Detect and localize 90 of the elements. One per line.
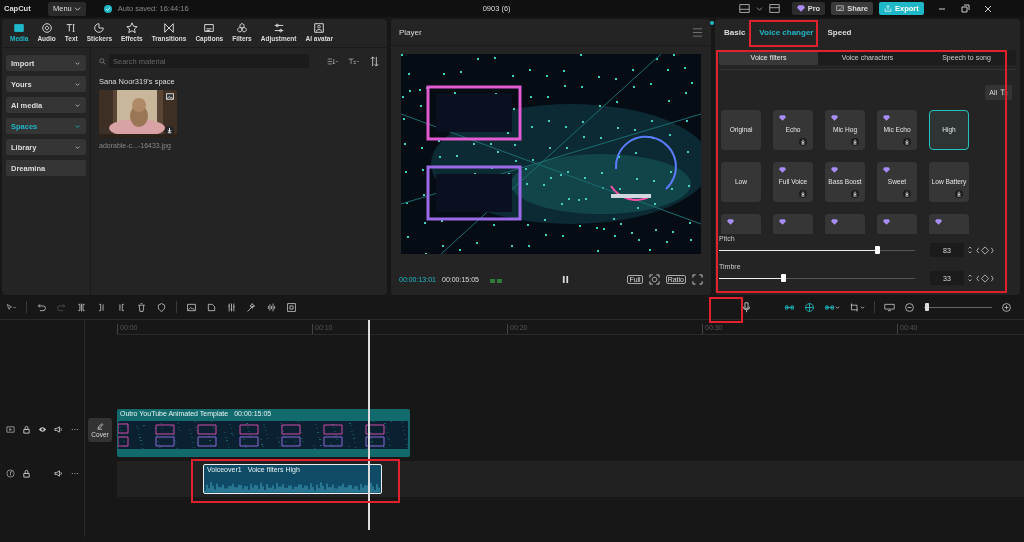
magic-wand-icon[interactable] xyxy=(246,301,257,313)
inspector-tab[interactable]: Voice changer xyxy=(754,28,819,37)
stepper-icon[interactable] xyxy=(967,273,973,283)
download-icon[interactable] xyxy=(903,190,911,198)
pencil-icon xyxy=(96,422,104,430)
download-icon[interactable] xyxy=(851,138,859,146)
zoom-in-icon[interactable] xyxy=(1001,301,1012,313)
caret-icon xyxy=(74,80,81,88)
inspector-tab[interactable]: Speed xyxy=(822,28,857,37)
download-icon[interactable] xyxy=(851,190,859,198)
trim-left-icon[interactable] xyxy=(96,301,107,313)
pause-icon[interactable] xyxy=(561,275,569,284)
caret-icon xyxy=(74,101,81,109)
shape-icon[interactable] xyxy=(206,301,217,313)
diamond-icon xyxy=(831,167,838,173)
close-icon[interactable] xyxy=(982,3,993,14)
eye-icon[interactable] xyxy=(38,425,47,434)
focus-icon[interactable] xyxy=(648,274,660,285)
diamond-icon xyxy=(779,167,786,173)
filter-icon[interactable] xyxy=(348,55,359,67)
speaker-icon[interactable] xyxy=(54,425,63,434)
shield-icon[interactable] xyxy=(156,301,167,313)
cursor-icon[interactable] xyxy=(6,301,17,313)
image-icon xyxy=(166,93,174,100)
lock-icon[interactable] xyxy=(22,425,31,434)
frame-icon[interactable] xyxy=(286,301,297,313)
microphone-icon[interactable] xyxy=(741,301,752,313)
search-icon xyxy=(99,57,106,65)
highlight-box xyxy=(749,20,818,47)
equalizer-icon[interactable] xyxy=(226,301,237,313)
diamond-icon xyxy=(831,115,838,121)
star-icon xyxy=(125,22,138,34)
portrait-icon xyxy=(313,22,326,34)
filter-icon xyxy=(1000,89,1008,96)
layout-icon[interactable] xyxy=(738,3,750,14)
diamond-icon xyxy=(727,219,734,225)
download-icon[interactable] xyxy=(903,138,911,146)
speaker-icon[interactable] xyxy=(54,469,63,478)
caret-icon[interactable] xyxy=(755,5,763,12)
sticker-icon xyxy=(93,22,106,34)
sort-icon[interactable] xyxy=(327,55,338,67)
download-icon[interactable] xyxy=(799,190,807,198)
diamond-icon xyxy=(779,219,786,225)
sliders-icon xyxy=(272,22,285,34)
crop-icon[interactable] xyxy=(849,301,865,313)
target-icon[interactable] xyxy=(804,301,815,313)
delete-icon[interactable] xyxy=(136,301,147,313)
play-icon xyxy=(13,22,26,34)
upload-icon xyxy=(884,5,893,12)
caption-icon xyxy=(203,22,216,34)
keyframe-icon[interactable] xyxy=(976,273,994,283)
undo-icon[interactable] xyxy=(36,301,47,313)
download-icon[interactable] xyxy=(165,126,174,135)
menu-icon[interactable] xyxy=(692,26,703,38)
caret-icon xyxy=(74,122,81,130)
video-track-icon xyxy=(6,425,15,434)
highlight-box xyxy=(709,297,743,323)
zoom-out-icon[interactable] xyxy=(904,301,915,313)
keyframe-icon[interactable] xyxy=(976,245,994,255)
diamond-icon xyxy=(779,115,786,121)
caret-icon xyxy=(74,143,81,151)
diamond-icon xyxy=(883,167,890,173)
check-icon xyxy=(103,4,112,13)
download-icon[interactable] xyxy=(799,138,807,146)
diamond-icon xyxy=(883,219,890,225)
fullscreen-icon[interactable] xyxy=(692,274,703,285)
inspector-tab[interactable]: Basic xyxy=(719,28,751,37)
music-note-icon xyxy=(6,469,15,478)
caret-icon xyxy=(73,5,81,12)
diamond-icon xyxy=(935,219,942,225)
slider-fill[interactable] xyxy=(924,302,930,312)
split-icon[interactable] xyxy=(76,301,87,313)
layout-icon[interactable] xyxy=(768,3,780,14)
restore-icon[interactable] xyxy=(959,3,970,14)
circles-icon xyxy=(235,22,248,34)
diamond-icon xyxy=(796,5,805,12)
image-icon[interactable] xyxy=(186,301,197,313)
audio-wave-icon[interactable] xyxy=(266,301,277,313)
panel-title: Player xyxy=(399,27,422,37)
preview-icon[interactable] xyxy=(884,301,895,313)
trim-right-icon[interactable] xyxy=(116,301,127,313)
lock-icon[interactable] xyxy=(22,469,31,478)
bowtie-icon xyxy=(163,22,176,34)
download-icon[interactable] xyxy=(955,190,963,198)
swap-icon[interactable] xyxy=(369,55,380,67)
diamond-icon xyxy=(883,115,890,121)
stepper-icon[interactable] xyxy=(967,245,973,255)
screen-icon xyxy=(836,5,845,12)
caret-icon xyxy=(74,59,81,67)
diamond-icon xyxy=(831,219,838,225)
